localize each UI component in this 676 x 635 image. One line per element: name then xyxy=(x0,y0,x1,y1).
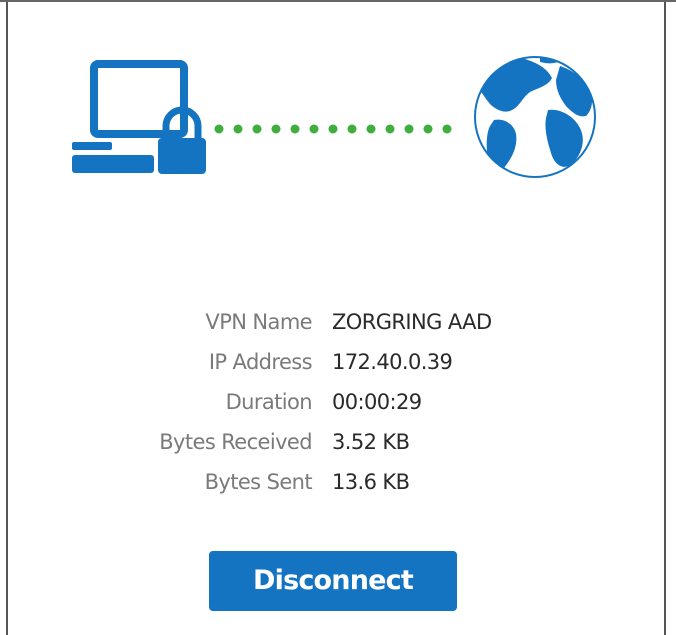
detail-row-ip-address: IP Address 172.40.0.39 xyxy=(0,350,676,390)
connection-graphic xyxy=(72,56,596,178)
detail-label: Bytes Sent xyxy=(204,470,313,494)
connection-dots xyxy=(214,124,452,134)
detail-value: ZORGRING AAD xyxy=(332,310,492,334)
globe-icon xyxy=(474,56,596,178)
detail-row-bytes-received: Bytes Received 3.52 KB xyxy=(0,430,676,470)
detail-row-duration: Duration 00:00:29 xyxy=(0,390,676,430)
detail-label: IP Address xyxy=(208,350,313,374)
detail-label: Bytes Received xyxy=(159,430,312,454)
computer-lock-icon xyxy=(72,60,206,174)
detail-value: 00:00:29 xyxy=(332,390,422,414)
detail-row-vpn-name: VPN Name ZORGRING AAD xyxy=(0,310,676,350)
detail-label: Duration xyxy=(225,390,313,414)
detail-row-bytes-sent: Bytes Sent 13.6 KB xyxy=(0,470,676,510)
detail-label: VPN Name xyxy=(205,310,312,334)
detail-value: 3.52 KB xyxy=(332,430,410,454)
detail-value: 13.6 KB xyxy=(332,470,410,494)
disconnect-button[interactable]: Disconnect xyxy=(209,551,457,611)
detail-value: 172.40.0.39 xyxy=(332,350,453,374)
